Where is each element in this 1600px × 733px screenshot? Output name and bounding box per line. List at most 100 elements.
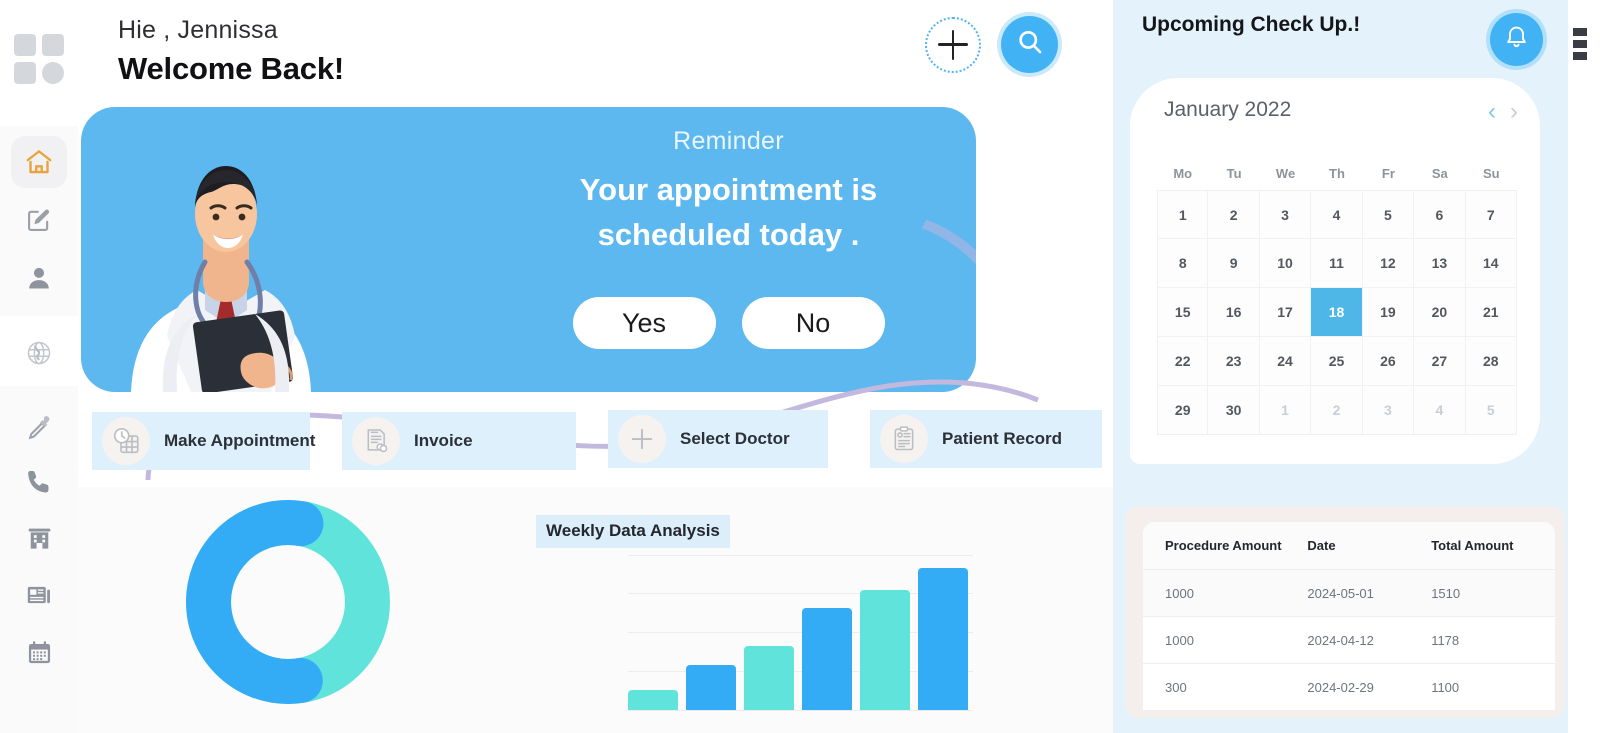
calendar-day-selected[interactable]: 18: [1311, 288, 1363, 337]
calendar-day[interactable]: 4: [1414, 386, 1466, 435]
sidebar-item-hospital[interactable]: [11, 512, 67, 564]
calendar-day[interactable]: 5: [1362, 190, 1415, 239]
calendar-day[interactable]: 7: [1465, 190, 1517, 239]
main-content: Hie , Jennissa Welcome Back! Reminder Yo…: [78, 0, 1113, 733]
table-row[interactable]: 300 2024-02-29 1100: [1143, 663, 1555, 710]
phone-icon: [25, 468, 53, 496]
calendar-day[interactable]: 22: [1157, 337, 1209, 386]
appointment-clock-calendar-icon: [102, 417, 150, 465]
bar-0[interactable]: [628, 690, 678, 710]
bell-icon: [1503, 24, 1530, 56]
calendar-day[interactable]: 2: [1311, 386, 1363, 435]
quick-actions: Make Appointment Invoice Select Doctor P…: [92, 407, 1102, 473]
calendar-day[interactable]: 29: [1157, 386, 1209, 435]
calendar-day[interactable]: 24: [1259, 337, 1312, 386]
doctor-illustration: [131, 166, 311, 392]
calendar-weekday-row: Mo Tu We Th Fr Sa Su: [1157, 166, 1517, 181]
sidebar-item-schedule[interactable]: [11, 626, 67, 678]
quick-action-select-doctor[interactable]: Select Doctor: [608, 410, 828, 468]
quick-action-patient-record[interactable]: Patient Record: [870, 410, 1102, 468]
calendar-day[interactable]: 2: [1208, 190, 1260, 239]
right-panel-title: Upcoming Check Up.!: [1142, 13, 1361, 36]
sidebar-item-globe[interactable]: [11, 327, 67, 379]
table-row[interactable]: 1000 2024-04-12 1178: [1143, 616, 1555, 663]
calendar-day[interactable]: 15: [1157, 288, 1209, 337]
chevron-right-icon[interactable]: ›: [1510, 100, 1518, 124]
calendar-day[interactable]: 19: [1362, 288, 1415, 337]
calendar-day[interactable]: 27: [1414, 337, 1466, 386]
calendar-day[interactable]: 3: [1259, 190, 1312, 239]
weekly-bar-chart[interactable]: [628, 555, 973, 711]
table-cell: 1000: [1165, 632, 1194, 648]
bar-5[interactable]: [918, 568, 968, 710]
globe-icon: [25, 339, 53, 367]
calendar-day[interactable]: 28: [1465, 337, 1517, 386]
calendar-day[interactable]: 11: [1311, 239, 1363, 288]
calendar-day[interactable]: 20: [1414, 288, 1466, 337]
welcome-text: Welcome Back: [118, 51, 334, 86]
gridline: [628, 710, 973, 711]
calendar-day[interactable]: 13: [1414, 239, 1466, 288]
calendar-day[interactable]: 3: [1362, 386, 1415, 435]
quick-action-invoice[interactable]: Invoice: [342, 412, 576, 470]
logo-square-3: [14, 62, 36, 84]
invoice-document-icon: [352, 417, 400, 465]
welcome-mark: !: [333, 51, 344, 86]
sidebar-item-dropper[interactable]: [11, 401, 67, 453]
edge-line-1: [1573, 28, 1587, 36]
weekday: Su: [1482, 166, 1500, 181]
calendar-day[interactable]: 1: [1259, 386, 1312, 435]
records-table: Procedure Amount Date Total Amount 1000 2…: [1143, 522, 1555, 710]
edge-cutoff-menu-icon[interactable]: [1573, 28, 1587, 62]
calendar-day[interactable]: 6: [1414, 190, 1466, 239]
edge-line-2: [1573, 40, 1587, 48]
calendar-day[interactable]: 21: [1465, 288, 1517, 337]
donut-chart[interactable]: [183, 497, 393, 707]
calendar-day[interactable]: 25: [1311, 337, 1363, 386]
sidebar-item-profile[interactable]: [11, 252, 67, 304]
calendar-day[interactable]: 23: [1208, 337, 1260, 386]
bar-4[interactable]: [860, 590, 910, 710]
building-icon: [26, 525, 53, 552]
sidebar-item-news[interactable]: [11, 569, 67, 621]
sidebar-item-home[interactable]: [11, 136, 67, 188]
calendar-day[interactable]: 9: [1208, 239, 1260, 288]
sidebar-item-calls[interactable]: [11, 456, 67, 508]
bar-1[interactable]: [686, 665, 736, 710]
calendar-day[interactable]: 16: [1208, 288, 1260, 337]
calendar-day[interactable]: 26: [1362, 337, 1415, 386]
reminder-message: Your appointment is scheduled today .: [501, 168, 956, 258]
sidebar-item-edit[interactable]: [11, 194, 67, 246]
greeting-hi: Hie , Jennissa: [118, 16, 278, 44]
notifications-button[interactable]: [1490, 13, 1543, 66]
sidebar: [0, 0, 78, 733]
quick-action-make-appointment[interactable]: Make Appointment: [92, 412, 315, 470]
charts-section: Weekly Data Analysis: [78, 487, 1113, 733]
table-header-row: Procedure Amount Date Total Amount: [1143, 522, 1555, 569]
calendar-day[interactable]: 17: [1259, 288, 1312, 337]
calendar-day[interactable]: 4: [1311, 190, 1363, 239]
bar-2[interactable]: [744, 646, 794, 710]
no-button[interactable]: No: [741, 297, 885, 349]
column-header: Procedure Amount: [1165, 538, 1282, 553]
dropper-icon: [25, 413, 53, 441]
header-actions: [925, 16, 1058, 73]
calendar-day[interactable]: 1: [1157, 190, 1209, 239]
table-body: 1000 2024-05-01 1510 1000 2024-04-12 1178 300 2…: [1143, 569, 1555, 710]
calendar-day[interactable]: 8: [1157, 239, 1209, 288]
calendar-day[interactable]: 14: [1465, 239, 1517, 288]
calendar-day[interactable]: 30: [1208, 386, 1260, 435]
calendar-day[interactable]: 10: [1259, 239, 1312, 288]
calendar-day[interactable]: 12: [1362, 239, 1415, 288]
add-button[interactable]: [925, 16, 981, 73]
weekly-data-analysis-title: Weekly Data Analysis: [536, 515, 730, 548]
table-cell: 2024-04-12: [1307, 632, 1374, 648]
yes-button[interactable]: Yes: [572, 297, 716, 349]
search-button[interactable]: [1001, 16, 1058, 73]
table-row[interactable]: 1000 2024-05-01 1510: [1143, 569, 1555, 616]
weekday: We: [1275, 166, 1296, 181]
calendar-day[interactable]: 5: [1465, 386, 1517, 435]
grid-logo-icon: [14, 34, 64, 84]
bar-3[interactable]: [802, 608, 852, 710]
chevron-left-icon[interactable]: ‹: [1488, 100, 1496, 124]
